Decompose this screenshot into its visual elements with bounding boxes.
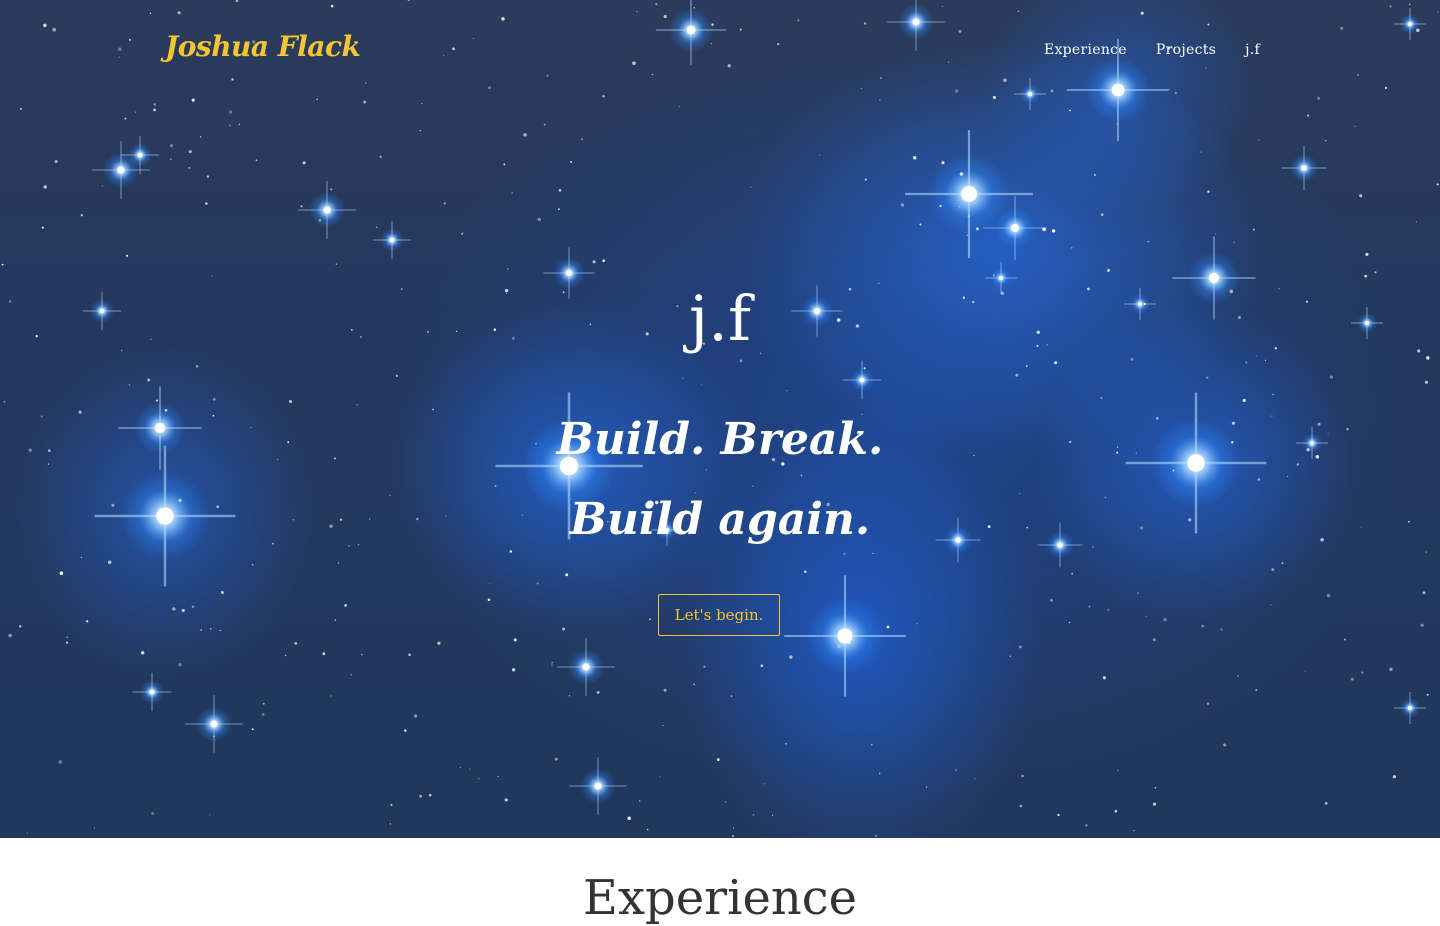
nav-link-jf[interactable]: j.f	[1245, 42, 1260, 58]
hero-headline-line-1: Build. Break.	[556, 414, 884, 465]
lets-begin-button[interactable]: Let's begin.	[658, 594, 780, 636]
main-nav: Experience Projects j.f	[1044, 42, 1260, 58]
experience-section-title: Experience	[582, 870, 858, 926]
hero-headline-line-2: Build again.	[569, 494, 871, 545]
site-logo[interactable]: Joshua Flack	[165, 30, 361, 63]
hero-monogram: j.f	[689, 282, 751, 355]
nav-link-experience[interactable]: Experience	[1044, 42, 1127, 58]
nav-link-projects[interactable]: Projects	[1156, 42, 1216, 58]
hero-section: Joshua Flack Experience Projects j.f j.f…	[0, 0, 1440, 838]
